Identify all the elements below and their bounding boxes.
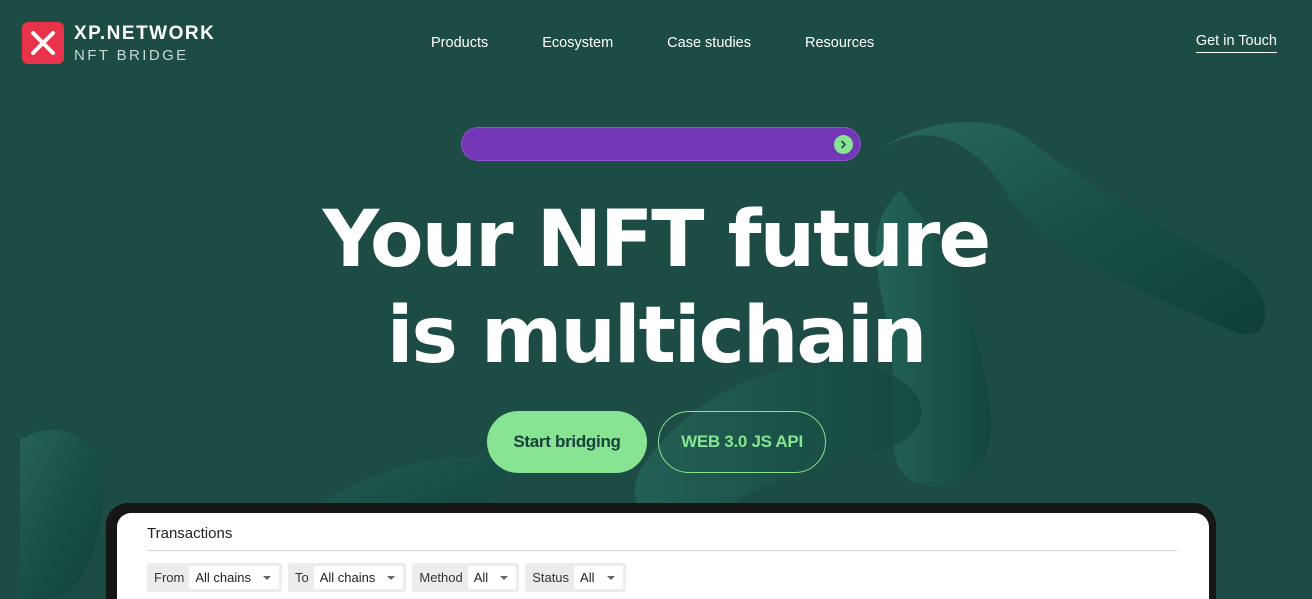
filter-from: From All chains [147,563,282,592]
filter-to-label: To [294,570,309,585]
filter-status: Status All [525,563,626,592]
nav-item-ecosystem[interactable]: Ecosystem [542,35,613,51]
filter-to-value: All chains [319,570,376,585]
nav-item-products[interactable]: Products [431,35,488,51]
hero-heading-line-2: is multichain [386,291,928,381]
filter-to-select[interactable]: All chains [313,566,404,589]
brand-title: XP.NETWORK [74,22,216,44]
get-in-touch-link[interactable]: Get in Touch [1195,33,1277,53]
filter-method-value: All [473,570,489,585]
filter-method-select[interactable]: All [467,566,517,589]
panel-divider [147,550,1177,551]
brand-subtitle: NFT BRIDGE [74,46,189,64]
filter-status-value: All [580,570,595,585]
arrow-right-icon [834,135,853,154]
chevron-down-icon [606,575,615,580]
hero-heading-line-1: Your NFT future [322,195,992,285]
filter-from-select[interactable]: All chains [189,566,279,589]
chevron-down-icon [500,575,509,580]
filter-from-label: From [154,570,185,585]
nav-item-resources[interactable]: Resources [805,35,874,51]
transaction-filters: From All chains To All chains Method All… [147,563,632,592]
nav-item-case-studies[interactable]: Case studies [667,35,751,51]
filter-method-label: Method [419,570,463,585]
start-bridging-button[interactable]: Start bridging [487,411,647,473]
filter-from-value: All chains [195,570,251,585]
filter-method: Method All [412,563,520,592]
filter-status-label: Status [532,570,570,585]
main-nav: Products Ecosystem Case studies Resource… [431,35,928,51]
chevron-down-icon [387,575,396,580]
announcement-bar[interactable] [461,127,861,161]
hero-heading: Your NFT future is multichain [0,192,1312,384]
filter-status-select[interactable]: All [574,566,623,589]
transactions-title: Transactions [147,525,233,542]
xp-logo-icon [22,22,64,64]
transactions-panel: Transactions From All chains To All chai… [117,513,1209,599]
site-header: XP.NETWORK NFT BRIDGE Products Ecosystem… [0,0,1312,90]
chevron-down-icon [262,575,271,580]
filter-to: To All chains [287,563,407,592]
web3-js-api-button[interactable]: WEB 3.0 JS API [658,411,826,473]
brand-logo[interactable]: XP.NETWORK NFT BRIDGE [22,22,215,64]
